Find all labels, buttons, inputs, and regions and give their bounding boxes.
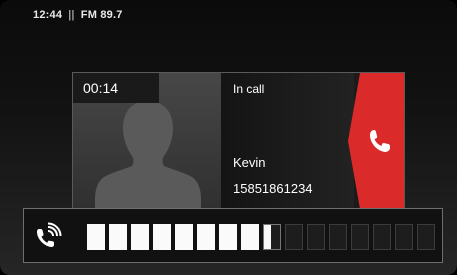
contact-number: 15851861234: [233, 181, 313, 196]
volume-segment[interactable]: [131, 224, 149, 250]
volume-slider[interactable]: [87, 224, 440, 252]
call-duration: 00:14: [83, 80, 119, 96]
volume-segment[interactable]: [87, 224, 105, 250]
hang-up-button[interactable]: [348, 73, 404, 209]
phone-hangup-icon: [370, 130, 390, 152]
status-bar: 12:44 || FM 89.7: [33, 9, 123, 23]
volume-segment[interactable]: [373, 224, 391, 250]
volume-segment[interactable]: [351, 224, 369, 250]
clock: 12:44: [33, 9, 63, 21]
call-audio-button[interactable]: [34, 222, 62, 250]
volume-segment[interactable]: [329, 224, 347, 250]
contact-name: Kevin: [233, 155, 266, 170]
volume-segment[interactable]: [153, 224, 171, 250]
radio-station: FM 89.7: [80, 9, 123, 21]
volume-segment[interactable]: [197, 224, 215, 250]
volume-segment[interactable]: [241, 224, 259, 250]
call-state: In call: [233, 82, 265, 96]
volume-segment[interactable]: [417, 224, 435, 250]
volume-segment[interactable]: [109, 224, 127, 250]
call-card: 00:14 In call Kevin 15851861234: [72, 72, 405, 209]
call-info-panel: In call Kevin 15851861234: [221, 73, 354, 209]
phone-speaker-icon: [37, 222, 62, 247]
contact-avatar: 00:14: [73, 73, 221, 209]
volume-segment[interactable]: [263, 224, 281, 250]
status-separator: ||: [68, 9, 75, 21]
volume-segment[interactable]: [285, 224, 303, 250]
volume-segment[interactable]: [175, 224, 193, 250]
volume-segment[interactable]: [307, 224, 325, 250]
screen: 12:44 || FM 89.7 00:14 In call Kevin 158…: [0, 0, 457, 275]
call-timer-box: 00:14: [73, 73, 159, 103]
volume-control-bar: [23, 208, 443, 263]
volume-segment[interactable]: [395, 224, 413, 250]
volume-segment[interactable]: [219, 224, 237, 250]
